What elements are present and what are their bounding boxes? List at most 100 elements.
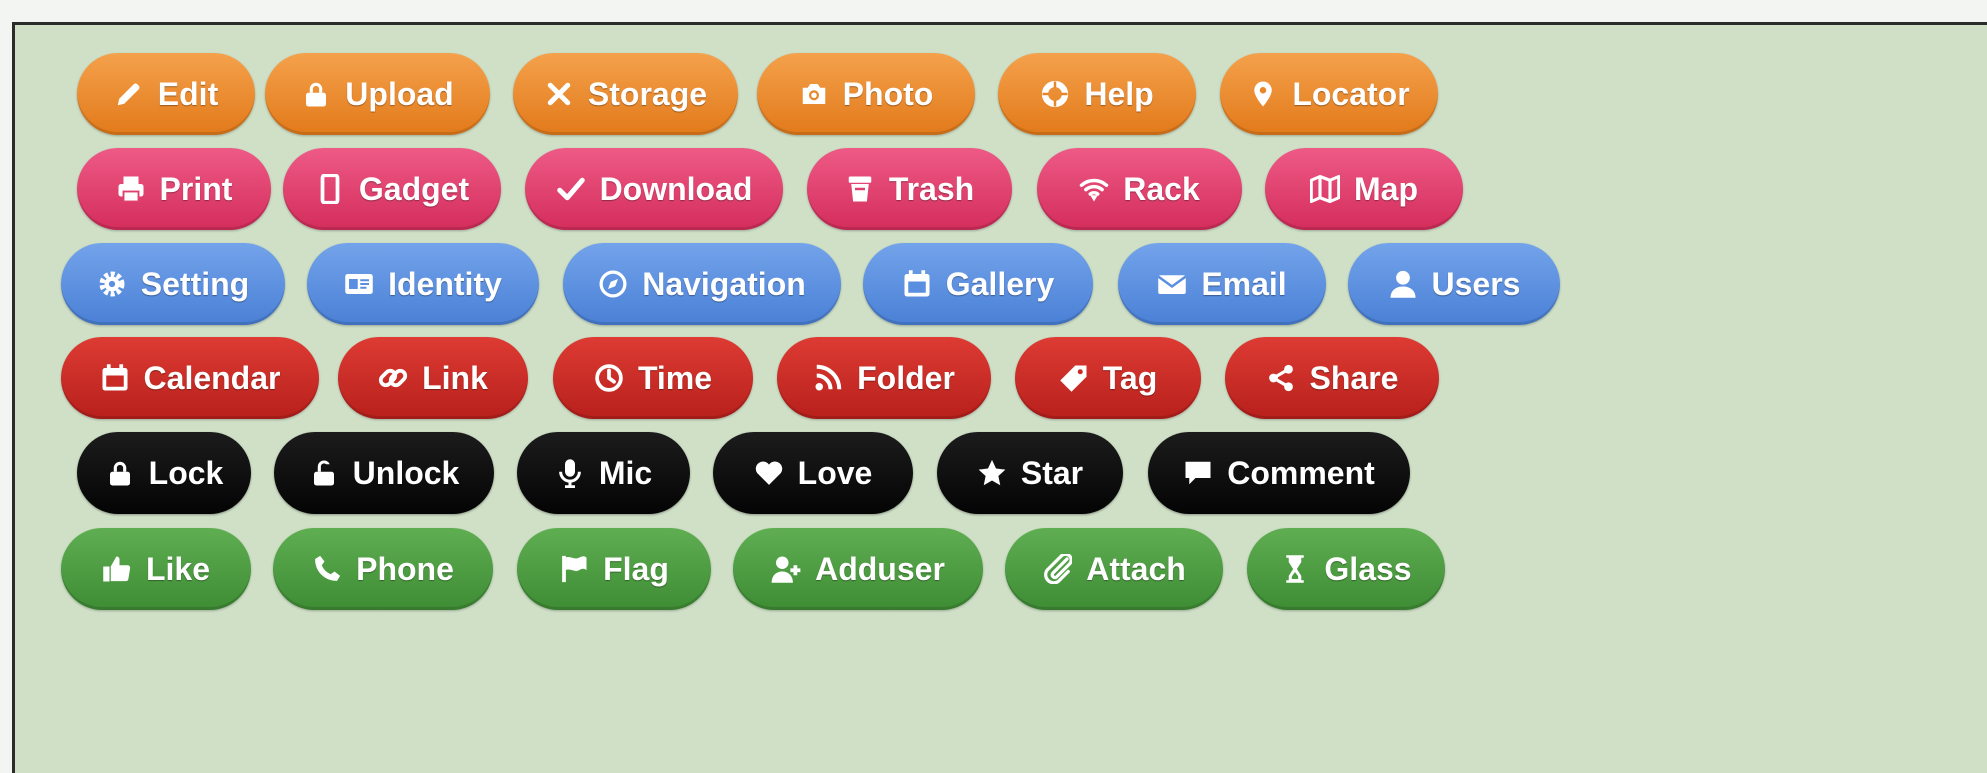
printer-icon (116, 174, 146, 204)
button-label: Gadget (358, 171, 470, 207)
email-button[interactable]: Email (1118, 243, 1326, 325)
button-label: Print (159, 171, 233, 207)
button-label: Tag (1102, 360, 1158, 396)
navigation-button[interactable]: Navigation (563, 243, 841, 325)
upload-button[interactable]: Upload (265, 53, 490, 135)
map-icon (1310, 174, 1340, 204)
map-pin-icon (1248, 79, 1278, 109)
button-label: Link (422, 360, 488, 396)
edit-button[interactable]: Edit (77, 53, 255, 135)
checkmark-icon (556, 174, 586, 204)
lock-button[interactable]: Lock (77, 432, 251, 514)
button-label: Photo (842, 76, 934, 112)
button-label: Adduser (815, 551, 945, 587)
photo-button[interactable]: Photo (757, 53, 975, 135)
button-label: Email (1201, 266, 1287, 302)
unlock-button[interactable]: Unlock (274, 432, 494, 514)
map-button[interactable]: Map (1265, 148, 1463, 230)
lock-icon (105, 458, 135, 488)
button-label: Rack (1123, 171, 1200, 207)
calendar-icon (902, 269, 932, 299)
button-label: Comment (1227, 455, 1375, 491)
button-label: Unlock (352, 455, 460, 491)
button-label: Locator (1292, 76, 1410, 112)
compass-icon (598, 269, 628, 299)
trash-button[interactable]: Trash (807, 148, 1012, 230)
flag-button[interactable]: Flag (517, 528, 711, 610)
button-label: Trash (888, 171, 975, 207)
star-button[interactable]: Star (937, 432, 1123, 514)
like-button[interactable]: Like (61, 528, 251, 610)
hourglass-icon (1280, 554, 1310, 584)
star-icon (977, 458, 1007, 488)
share-button[interactable]: Share (1225, 337, 1439, 419)
trash-icon (845, 174, 875, 204)
flag-icon (559, 554, 589, 584)
button-showcase-panel: Edit Upload Storage Photo Help Locator P… (12, 22, 1987, 773)
button-label: Love (797, 455, 873, 491)
button-label: Time (637, 360, 713, 396)
button-label: Glass (1324, 551, 1412, 587)
button-label: Identity (388, 266, 502, 302)
identity-button[interactable]: Identity (307, 243, 539, 325)
download-button[interactable]: Download (525, 148, 783, 230)
gallery-button[interactable]: Gallery (863, 243, 1093, 325)
setting-button[interactable]: Setting (61, 243, 285, 325)
link-icon (378, 363, 408, 393)
rack-button[interactable]: Rack (1037, 148, 1242, 230)
calendar-icon (100, 363, 130, 393)
print-button[interactable]: Print (77, 148, 271, 230)
users-button[interactable]: Users (1348, 243, 1560, 325)
camera-icon (799, 79, 829, 109)
button-label: Share (1309, 360, 1399, 396)
close-icon (544, 79, 574, 109)
phone-icon (312, 554, 342, 584)
tag-button[interactable]: Tag (1015, 337, 1201, 419)
button-label: Edit (157, 76, 219, 112)
button-label: Star (1020, 455, 1084, 491)
comment-icon (1183, 458, 1213, 488)
calendar-button[interactable]: Calendar (61, 337, 319, 419)
gadget-button[interactable]: Gadget (283, 148, 501, 230)
button-label: Folder (857, 360, 955, 396)
pencil-icon (114, 79, 144, 109)
mobile-icon (315, 174, 345, 204)
envelope-icon (1157, 269, 1187, 299)
thumbs-up-icon (102, 554, 132, 584)
folder-button[interactable]: Folder (777, 337, 991, 419)
locator-button[interactable]: Locator (1220, 53, 1438, 135)
button-label: Phone (356, 551, 454, 587)
button-label: Download (599, 171, 753, 207)
button-label: Help (1084, 76, 1154, 112)
wifi-icon (1079, 174, 1109, 204)
heart-icon (754, 458, 784, 488)
share-icon (1266, 363, 1296, 393)
id-card-icon (344, 269, 374, 299)
button-label: Like (145, 551, 211, 587)
button-label: Storage (587, 76, 708, 112)
time-button[interactable]: Time (553, 337, 753, 419)
adduser-button[interactable]: Adduser (733, 528, 983, 610)
user-icon (1388, 269, 1418, 299)
clock-icon (594, 363, 624, 393)
lifebuoy-icon (1040, 79, 1070, 109)
microphone-icon (555, 458, 585, 488)
button-label: Calendar (143, 360, 281, 396)
glass-button[interactable]: Glass (1247, 528, 1445, 610)
help-button[interactable]: Help (998, 53, 1196, 135)
link-button[interactable]: Link (338, 337, 528, 419)
button-label: Map (1354, 171, 1418, 207)
tag-icon (1059, 363, 1089, 393)
love-button[interactable]: Love (713, 432, 913, 514)
rss-icon (813, 363, 843, 393)
button-label: Users (1431, 266, 1521, 302)
comment-button[interactable]: Comment (1148, 432, 1410, 514)
lock-icon (301, 79, 331, 109)
gear-icon (97, 269, 127, 299)
attach-icon (1042, 554, 1073, 584)
phone-button[interactable]: Phone (273, 528, 493, 610)
storage-button[interactable]: Storage (513, 53, 738, 135)
attach-button[interactable]: Attach (1005, 528, 1223, 610)
mic-button[interactable]: Mic (517, 432, 690, 514)
add-user-icon (771, 554, 801, 584)
